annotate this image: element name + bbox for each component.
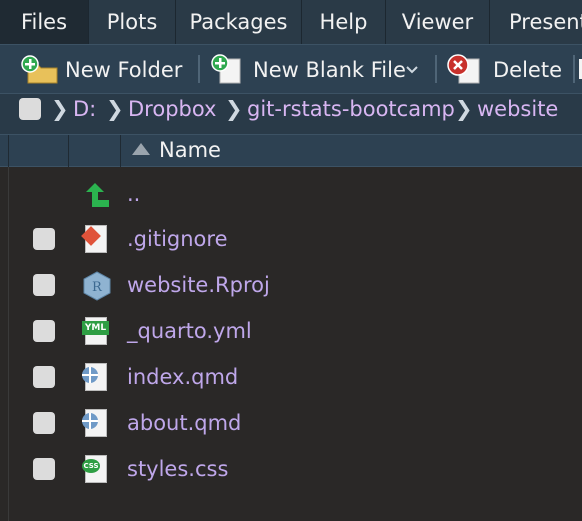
row-checkbox[interactable] — [33, 412, 55, 434]
row-checkbox[interactable] — [33, 228, 55, 250]
files-toolbar: New Folder New Blank File Delete — [0, 44, 582, 93]
toolbar-separator — [573, 55, 575, 83]
new-blank-file-icon — [211, 54, 241, 84]
file-name[interactable]: index.qmd — [127, 354, 238, 400]
column-divider — [8, 135, 9, 168]
new-folder-button[interactable]: New Folder — [20, 45, 190, 93]
file-name[interactable]: about.qmd — [127, 400, 241, 446]
tab-presentation[interactable]: Present — [490, 0, 582, 44]
list-item[interactable]: R website.Rproj — [0, 262, 582, 308]
list-item[interactable]: YML _quarto.yml — [0, 308, 582, 354]
list-item[interactable]: index.qmd — [0, 354, 582, 400]
new-blank-file-button[interactable]: New Blank File — [210, 45, 425, 93]
pane-tab-bar: Files Plots Packages Help Viewer Present — [0, 0, 582, 44]
quarto-icon — [82, 363, 112, 393]
list-item[interactable]: .gitignore — [0, 216, 582, 262]
breadcrumb-website[interactable]: website — [477, 94, 558, 134]
list-item[interactable]: about.qmd — [0, 400, 582, 446]
tab-packages[interactable]: Packages — [176, 0, 302, 44]
tab-files[interactable]: Files — [0, 0, 89, 44]
rproj-icon: R — [83, 271, 111, 301]
new-blank-file-label: New Blank File — [253, 58, 406, 82]
toolbar-separator — [198, 55, 200, 83]
row-checkbox[interactable] — [33, 274, 55, 296]
list-item[interactable]: CSS styles.css — [0, 446, 582, 492]
column-divider — [68, 135, 69, 168]
chevron-right-icon: ❯ — [51, 97, 69, 121]
git-file-icon — [81, 225, 112, 255]
file-name[interactable]: .. — [127, 171, 140, 217]
chevron-right-icon: ❯ — [106, 97, 124, 121]
row-checkbox[interactable] — [33, 366, 55, 388]
new-folder-icon — [21, 55, 58, 84]
name-column-header[interactable]: Name — [159, 135, 221, 168]
new-folder-label: New Folder — [65, 58, 183, 82]
file-name[interactable]: _quarto.yml — [127, 308, 252, 354]
svg-text:R: R — [92, 280, 103, 295]
tab-help[interactable]: Help — [302, 0, 386, 44]
sort-ascending-icon — [132, 143, 150, 155]
breadcrumb-git-rstats-bootcamp[interactable]: git-rstats-bootcamp — [247, 94, 455, 134]
row-checkbox[interactable] — [33, 458, 55, 480]
yml-icon: YML — [82, 317, 112, 347]
tab-plots[interactable]: Plots — [89, 0, 176, 44]
breadcrumb-dropbox[interactable]: Dropbox — [128, 94, 216, 134]
file-name[interactable]: .gitignore — [127, 216, 228, 262]
file-list-header: Name — [0, 134, 582, 168]
delete-button[interactable]: Delete — [447, 45, 562, 93]
list-item[interactable]: .. — [0, 171, 582, 217]
breadcrumb-drive[interactable]: D: — [73, 94, 96, 134]
select-all-checkbox[interactable] — [19, 98, 41, 120]
quarto-icon — [82, 409, 112, 439]
delete-label: Delete — [493, 58, 562, 82]
parent-folder-icon — [86, 183, 109, 207]
column-divider — [120, 135, 121, 168]
toolbar-separator — [435, 55, 437, 83]
tab-viewer[interactable]: Viewer — [386, 0, 490, 44]
chevron-right-icon: ❯ — [455, 97, 473, 121]
delete-icon — [447, 54, 480, 84]
breadcrumb: ❯ D: ❯ Dropbox ❯ git-rstats-bootcamp ❯ w… — [0, 93, 582, 134]
file-name[interactable]: website.Rproj — [127, 262, 270, 308]
chevron-right-icon: ❯ — [225, 97, 243, 121]
css-icon: CSS — [82, 455, 112, 485]
file-name[interactable]: styles.css — [127, 446, 228, 492]
chevron-down-icon — [406, 66, 418, 74]
row-checkbox[interactable] — [33, 320, 55, 342]
